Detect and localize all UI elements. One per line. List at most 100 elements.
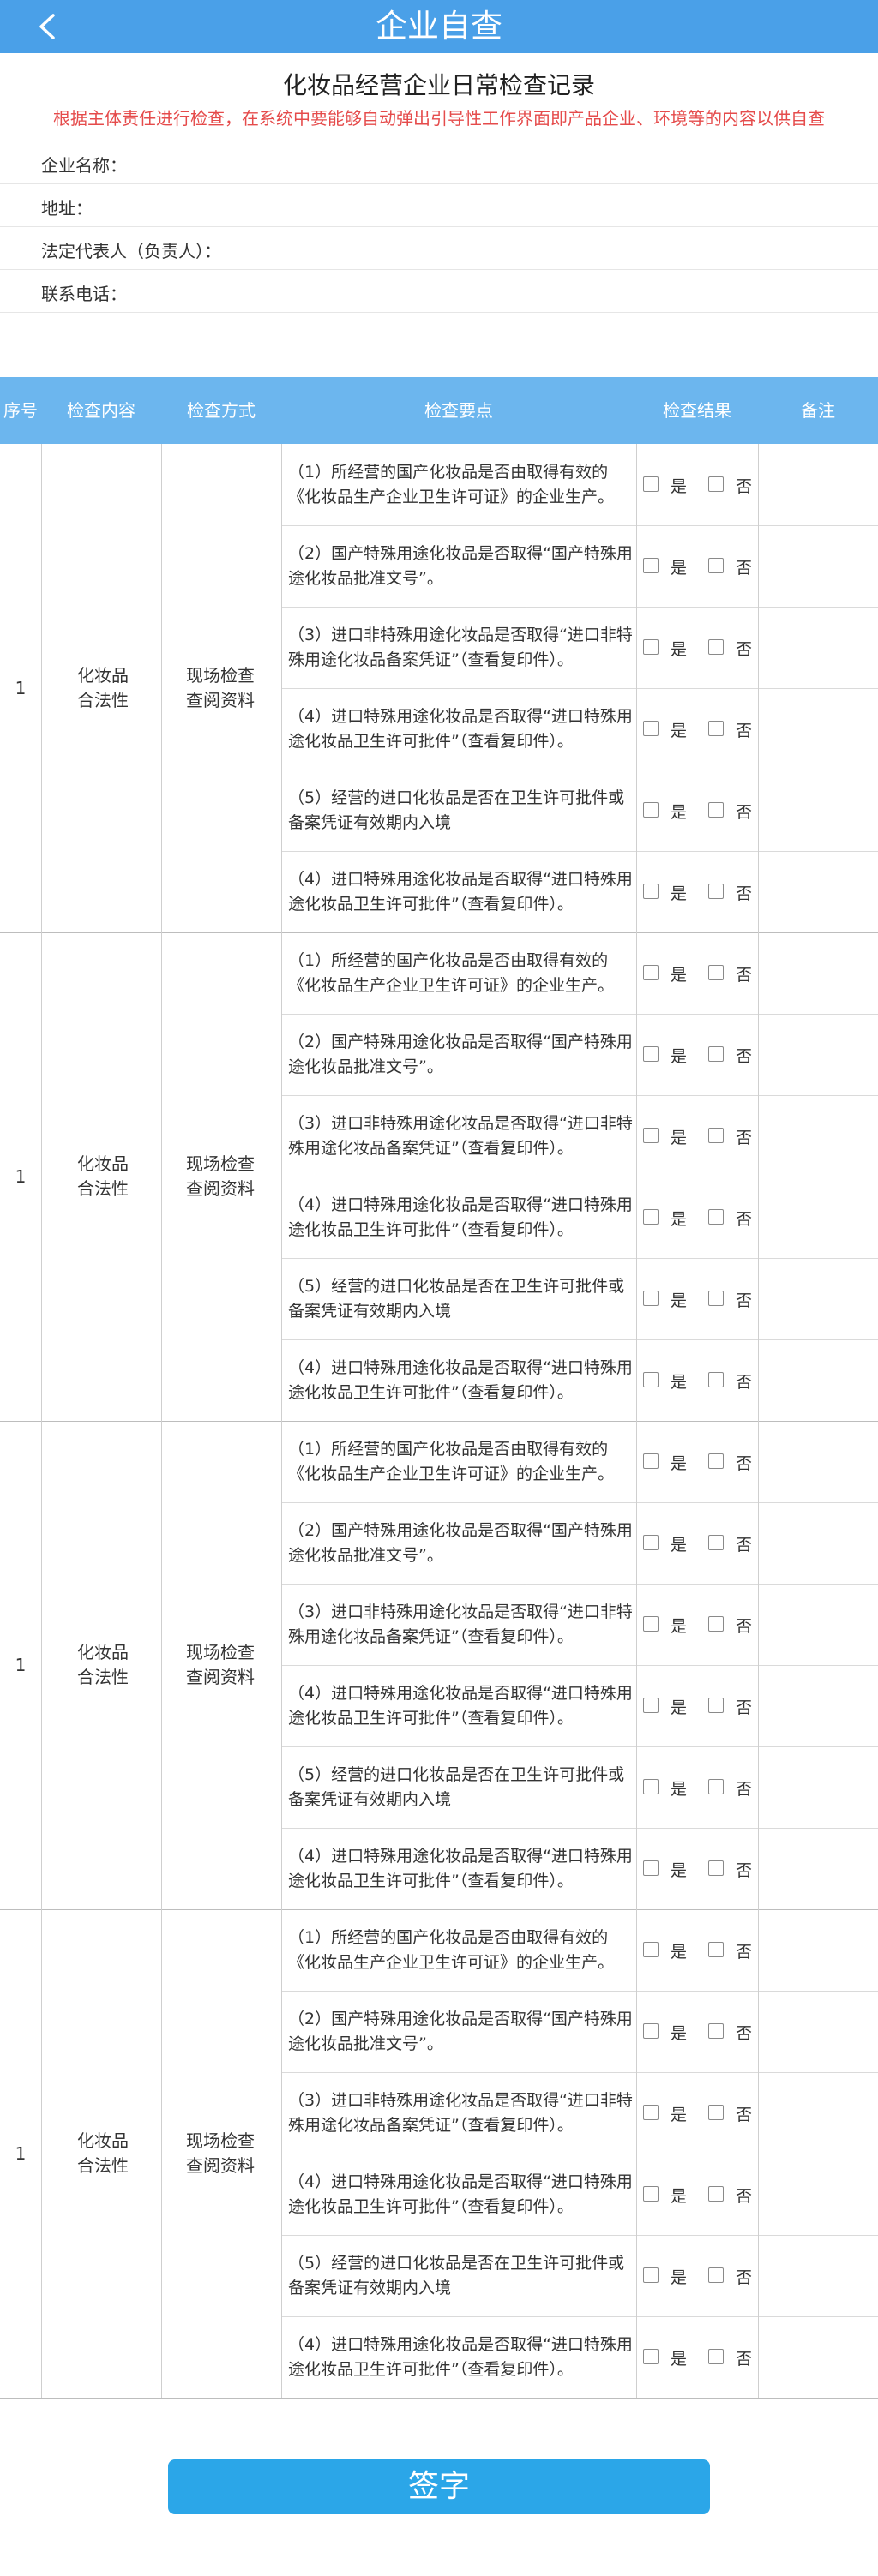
yes-checkbox[interactable] (643, 802, 658, 818)
top-bar: 企业自查 (0, 0, 878, 53)
header-note: 备注 (801, 400, 835, 421)
check-item: （3）进口非特殊用途化妆品是否取得“进口非特殊用途化妆品备案凭证”（查看复印件）… (288, 625, 633, 669)
yes-checkbox[interactable] (643, 965, 658, 980)
no-checkbox[interactable] (708, 2267, 724, 2283)
no-checkbox[interactable] (708, 721, 724, 736)
group-method: 现场检查查阅资料 (186, 1642, 255, 1687)
info-row-address[interactable]: 地址： (0, 183, 878, 227)
yes-checkbox[interactable] (643, 1046, 658, 1062)
no-checkbox[interactable] (708, 1372, 724, 1387)
no-checkbox[interactable] (708, 2023, 724, 2039)
no-label: 否 (736, 1617, 753, 1636)
no-label: 否 (736, 1536, 753, 1555)
yes-label: 是 (671, 1291, 688, 1310)
yes-checkbox[interactable] (643, 1209, 658, 1225)
yes-checkbox[interactable] (643, 639, 658, 655)
check-item: （2）国产特殊用途化妆品是否取得“国产特殊用途化妆品批准文号”。 (288, 2009, 633, 2053)
check-item: （1）所经营的国产化妆品是否由取得有效的《化妆品生产企业卫生许可证》的企业生产。 (288, 462, 615, 506)
yes-label: 是 (671, 803, 688, 822)
no-checkbox[interactable] (708, 1779, 724, 1794)
no-checkbox[interactable] (708, 1046, 724, 1062)
group-content: 化妆品合法性 (77, 665, 129, 710)
no-checkbox[interactable] (708, 802, 724, 818)
group-method: 现场检查查阅资料 (186, 1153, 255, 1199)
yes-checkbox[interactable] (643, 1616, 658, 1632)
yes-label: 是 (671, 640, 688, 659)
header-method: 检查方式 (187, 400, 256, 421)
yes-label: 是 (671, 559, 688, 578)
notice-text: 根据主体责任进行检查，在系统中要能够自动弹出引导性工作界面即产品企业、环境等的内… (53, 108, 825, 129)
info-label: 联系电话： (41, 284, 127, 304)
no-checkbox[interactable] (708, 1209, 724, 1225)
column-divider (636, 444, 637, 2398)
no-label: 否 (736, 1943, 753, 1962)
no-checkbox[interactable] (708, 1616, 724, 1632)
check-item: （1）所经营的国产化妆品是否由取得有效的《化妆品生产企业卫生许可证》的企业生产。 (288, 1927, 615, 1972)
no-checkbox[interactable] (708, 558, 724, 573)
no-label: 否 (736, 2106, 753, 2124)
no-checkbox[interactable] (708, 1698, 724, 1713)
yes-checkbox[interactable] (643, 884, 658, 899)
no-checkbox[interactable] (708, 1942, 724, 1957)
no-checkbox[interactable] (708, 1128, 724, 1143)
group-content: 化妆品合法性 (77, 1153, 129, 1199)
yes-label: 是 (671, 1047, 688, 1066)
info-label: 地址： (41, 198, 93, 219)
no-label: 否 (736, 2350, 753, 2369)
sign-button[interactable]: 签字 (168, 2459, 710, 2514)
no-checkbox[interactable] (708, 884, 724, 899)
yes-checkbox[interactable] (643, 1453, 658, 1469)
yes-checkbox[interactable] (643, 721, 658, 736)
check-item: （3）进口非特殊用途化妆品是否取得“进口非特殊用途化妆品备案凭证”（查看复印件）… (288, 2090, 633, 2135)
no-label: 否 (736, 2268, 753, 2287)
no-checkbox[interactable] (708, 1535, 724, 1550)
yes-checkbox[interactable] (643, 1698, 658, 1713)
no-checkbox[interactable] (708, 1860, 724, 1876)
no-label: 否 (736, 559, 753, 578)
group-method: 现场检查查阅资料 (186, 2130, 255, 2176)
no-checkbox[interactable] (708, 639, 724, 655)
header-index: 序号 (3, 400, 38, 421)
yes-checkbox[interactable] (643, 1860, 658, 1876)
yes-checkbox[interactable] (643, 476, 658, 492)
no-checkbox[interactable] (708, 2105, 724, 2120)
yes-checkbox[interactable] (643, 1942, 658, 1957)
no-checkbox[interactable] (708, 1291, 724, 1306)
no-checkbox[interactable] (708, 2186, 724, 2202)
yes-checkbox[interactable] (643, 2186, 658, 2202)
no-checkbox[interactable] (708, 965, 724, 980)
no-label: 否 (736, 1129, 753, 1147)
no-label: 否 (736, 1698, 753, 1717)
yes-label: 是 (671, 1536, 688, 1555)
column-divider (41, 444, 42, 2398)
yes-checkbox[interactable] (643, 1535, 658, 1550)
yes-checkbox[interactable] (643, 1779, 658, 1794)
yes-label: 是 (671, 1454, 688, 1473)
yes-checkbox[interactable] (643, 558, 658, 573)
yes-label: 是 (671, 1943, 688, 1962)
check-item: （4）进口特殊用途化妆品是否取得“进口特殊用途化妆品卫生许可批件”（查看复印件）… (288, 1195, 633, 1239)
no-label: 否 (736, 966, 753, 985)
yes-checkbox[interactable] (643, 1128, 658, 1143)
no-checkbox[interactable] (708, 2349, 724, 2364)
no-checkbox[interactable] (708, 1453, 724, 1469)
yes-checkbox[interactable] (643, 2349, 658, 2364)
yes-label: 是 (671, 1698, 688, 1717)
yes-label: 是 (671, 2268, 688, 2287)
yes-checkbox[interactable] (643, 2023, 658, 2039)
row-divider (0, 2398, 878, 2399)
info-row-legal-representative[interactable]: 法定代表人（负责人）： (0, 226, 878, 270)
no-label: 否 (736, 2024, 753, 2043)
no-label: 否 (736, 1861, 753, 1880)
yes-checkbox[interactable] (643, 2105, 658, 2120)
no-checkbox[interactable] (708, 476, 724, 492)
info-label: 法定代表人（负责人）： (41, 241, 221, 261)
yes-checkbox[interactable] (643, 1291, 658, 1306)
check-item: （2）国产特殊用途化妆品是否取得“国产特殊用途化妆品批准文号”。 (288, 543, 633, 588)
group-index: 1 (15, 677, 27, 698)
yes-checkbox[interactable] (643, 2267, 658, 2283)
yes-checkbox[interactable] (643, 1372, 658, 1387)
check-item: （4）进口特殊用途化妆品是否取得“进口特殊用途化妆品卫生许可批件”（查看复印件）… (288, 1357, 633, 1402)
info-row-company-name[interactable]: 企业名称： (0, 141, 878, 184)
info-row-phone[interactable]: 联系电话： (0, 269, 878, 313)
